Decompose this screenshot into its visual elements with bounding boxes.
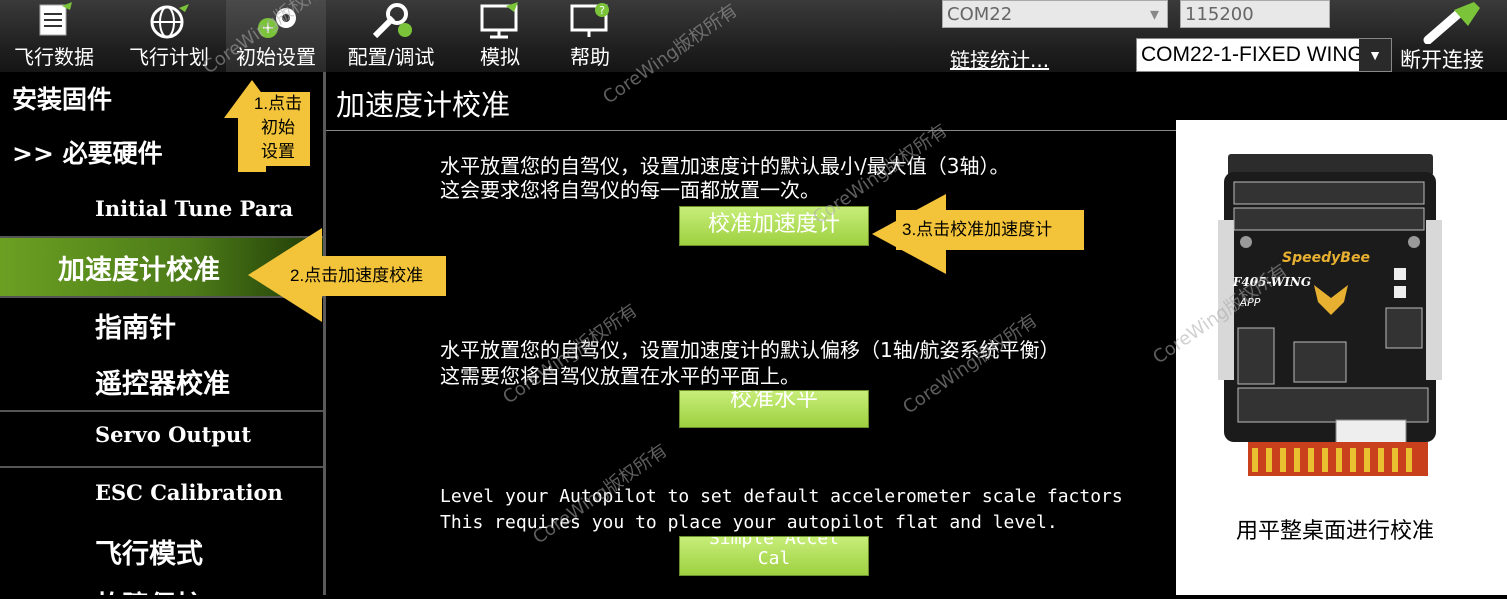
toolbar-simulation[interactable]: 模拟 xyxy=(460,0,540,72)
plug-icon xyxy=(1423,2,1480,44)
simple-accel-label-line2: Cal xyxy=(757,548,791,569)
level-description-line2: 这需要您将自驾仪放置在水平的平面上。 xyxy=(440,364,800,388)
link-stats-link[interactable]: 链接统计... xyxy=(950,44,1049,73)
toolbar-help[interactable]: ? 帮助 xyxy=(550,0,630,72)
connection-select-value: COM22-1-FIXED WING xyxy=(1141,43,1364,66)
toolbar-config-tuning[interactable]: 配置/调试 xyxy=(336,0,446,72)
callout-step1-line3: 设置 xyxy=(261,142,295,161)
sidebar-divider xyxy=(0,466,323,468)
sidebar-item-failsafe[interactable]: 故障保护 xyxy=(95,584,323,595)
com-port-select[interactable]: COM22 ▾ xyxy=(942,0,1168,28)
sidebar-item-flight-modes[interactable]: 飞行模式 xyxy=(95,532,323,571)
sidebar-item-radio-calibration[interactable]: 遥控器校准 xyxy=(95,362,323,401)
photo-caption: 用平整桌面进行校准 xyxy=(1235,518,1434,543)
sidebar-item-label: 加速度计校准 xyxy=(58,255,220,286)
svg-text:?: ? xyxy=(599,4,605,17)
sidebar-item-esc-calibration[interactable]: ESC Calibration xyxy=(95,480,323,505)
callout-step2-box: 2.点击加速度校准 xyxy=(284,256,446,296)
accel-description-line2: 这会要求您将自驾仪的每一面都放置一次。 xyxy=(440,178,820,202)
globe-icon xyxy=(150,4,189,39)
board-brand-text: SpeedyBee xyxy=(1282,250,1370,266)
flight-data-icon xyxy=(39,2,72,36)
toolbar-label: 模拟 xyxy=(480,45,520,69)
callout-step1-line1: 1.点击 xyxy=(253,94,303,113)
callout-step3-box: 3.点击校准加速度计 xyxy=(896,210,1084,250)
baud-rate-value: 115200 xyxy=(1185,4,1254,25)
monitor-icon xyxy=(480,2,518,39)
baud-rate-select[interactable]: 115200 xyxy=(1180,0,1330,28)
calibrate-level-label: 校准水平 xyxy=(729,390,818,412)
wrench-icon xyxy=(372,3,412,39)
sidebar-divider xyxy=(0,410,323,412)
connection-select[interactable]: COM22-1-FIXED WING ▼ xyxy=(1136,38,1392,72)
toolbar-label: 帮助 xyxy=(570,45,610,69)
callout-step1-box: 1.点击 初始 设置 xyxy=(246,92,310,166)
page-title: 加速度计校准 xyxy=(336,88,511,122)
simple-accel-cal-button[interactable]: Simple Accel Cal xyxy=(679,536,869,576)
sidebar-item-initial-tune[interactable]: Initial Tune Para xyxy=(95,196,323,221)
toolbar-flight-data[interactable]: 飞行数据 xyxy=(0,0,108,72)
callout-step1-line2: 初始 xyxy=(261,118,295,137)
toolbar-label: 配置/调试 xyxy=(347,45,435,69)
disconnect-button[interactable]: 断开连接 xyxy=(1400,44,1484,74)
chevron-down-icon: ▼ xyxy=(1359,39,1391,71)
help-icon: ? xyxy=(570,3,609,37)
calibrate-level-button[interactable]: 校准水平 xyxy=(679,390,869,428)
simple-accel-description-line1: Level your Autopilot to set default acce… xyxy=(440,486,1123,507)
chevron-down-icon: ▾ xyxy=(1149,4,1159,25)
toolbar-label: 飞行数据 xyxy=(14,45,94,69)
com-port-value: COM22 xyxy=(947,4,1013,25)
sidebar-item-servo-output[interactable]: Servo Output xyxy=(95,422,323,447)
